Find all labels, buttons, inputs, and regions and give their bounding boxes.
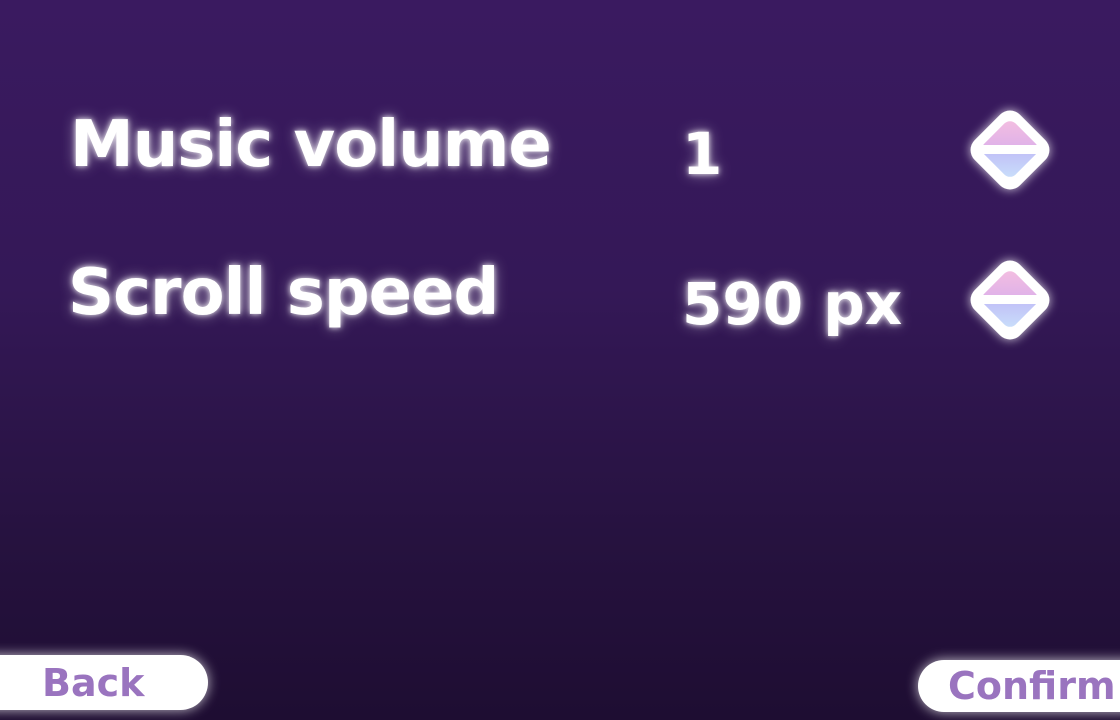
back-button-label: Back: [42, 660, 145, 705]
scroll-speed-increase-button[interactable]: [983, 267, 1037, 295]
confirm-button[interactable]: Confirm: [918, 660, 1120, 712]
music-volume-value: 1: [682, 120, 723, 188]
confirm-button-label: Confirm: [948, 664, 1116, 708]
music-volume-increase-button[interactable]: [983, 117, 1037, 145]
arrow-down-icon: [983, 154, 1037, 181]
scroll-speed-decrease-button[interactable]: [983, 304, 1037, 332]
music-volume-decrease-button[interactable]: [983, 154, 1037, 182]
arrow-up-icon: [983, 267, 1037, 295]
scroll-speed-label: Scroll speed: [68, 256, 499, 330]
arrow-up-icon: [983, 117, 1037, 145]
back-button[interactable]: Back: [0, 655, 208, 710]
scroll-speed-stepper[interactable]: [964, 254, 1056, 346]
music-volume-stepper[interactable]: [964, 104, 1056, 196]
arrow-down-icon: [983, 304, 1037, 331]
scroll-speed-value: 590 px: [682, 270, 903, 338]
music-volume-label: Music volume: [70, 108, 552, 182]
